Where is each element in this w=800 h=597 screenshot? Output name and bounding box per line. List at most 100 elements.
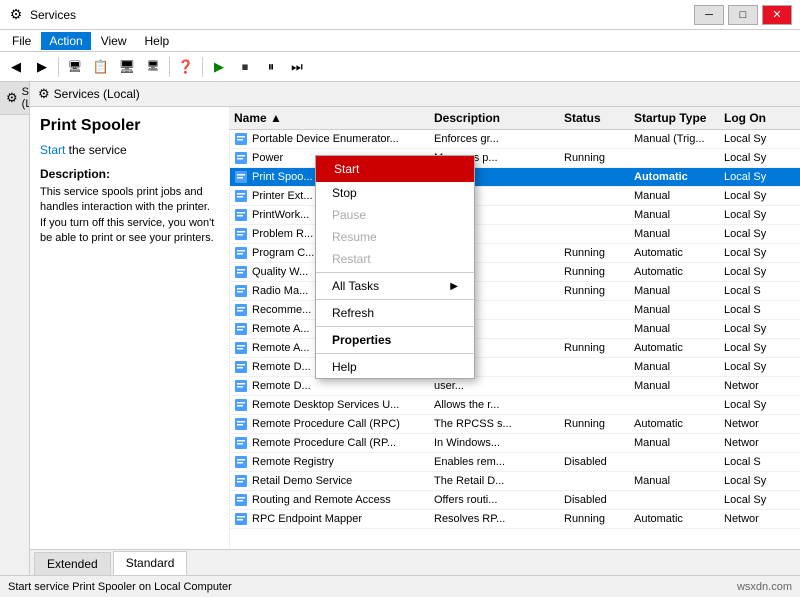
service-icon <box>234 132 248 146</box>
service-name: Remote Registry <box>230 454 430 470</box>
table-row[interactable]: Remote Registry Enables rem... Disabled … <box>230 453 800 472</box>
toolbar-sep-1 <box>58 57 59 77</box>
ctx-arrow-icon: ▶ <box>450 281 458 292</box>
titlebar-controls: ─ □ ✕ <box>694 5 792 25</box>
ctx-pause: Pause <box>316 204 474 226</box>
table-row[interactable]: Remote D... user... Manual Networ <box>230 377 800 396</box>
info-title: Print Spooler <box>40 117 219 135</box>
menu-file[interactable]: File <box>4 32 39 50</box>
tab-standard[interactable]: Standard <box>113 551 188 575</box>
col-header-name[interactable]: Name ▲ <box>230 109 430 127</box>
close-button[interactable]: ✕ <box>762 5 792 25</box>
ctx-start[interactable]: Start <box>316 156 474 182</box>
service-name: Retail Demo Service <box>230 473 430 489</box>
toolbar: ◀ ▶ 🖥 📋 🖥 🖥 ❓ ▶ ⏹ ⏸ ⏭ <box>0 52 800 82</box>
service-name: Remote Procedure Call (RP... <box>230 435 430 451</box>
toolbar-sep-3 <box>202 57 203 77</box>
services-header-icon: ⚙ <box>38 86 50 102</box>
service-icon <box>234 379 248 393</box>
toolbar-back[interactable]: ◀ <box>4 55 28 79</box>
table-row[interactable]: Routing and Remote Access Offers routi..… <box>230 491 800 510</box>
col-header-status[interactable]: Status <box>560 109 630 127</box>
service-icon <box>234 227 248 241</box>
main-area: ⚙ Services (Local) ⚙ Services (Local) Pr… <box>0 82 800 575</box>
sidebar-header: ⚙ Services (Local) <box>0 82 29 115</box>
service-icon <box>234 189 248 203</box>
toolbar-forward[interactable]: ▶ <box>30 55 54 79</box>
service-icon <box>234 208 248 222</box>
services-list: Name ▲ Description Status Startup Type L… <box>230 107 800 549</box>
toolbar-console[interactable]: 🖥 <box>63 55 87 79</box>
service-icon <box>234 398 248 412</box>
menu-action[interactable]: Action <box>41 32 90 50</box>
table-row[interactable]: Retail Demo Service The Retail D... Manu… <box>230 472 800 491</box>
ctx-resume: Resume <box>316 226 474 248</box>
table-row[interactable]: RPC Endpoint Mapper Resolves RP... Runni… <box>230 510 800 529</box>
info-link-container: Start the service <box>40 143 219 157</box>
maximize-button[interactable]: □ <box>728 5 758 25</box>
toolbar-disconnect[interactable]: 🖥 <box>141 55 165 79</box>
service-icon <box>234 341 248 355</box>
toolbar-stop[interactable]: ⏹ <box>233 55 257 79</box>
ctx-sep-4 <box>316 353 474 354</box>
info-desc-text: This service spools print jobs and handl… <box>40 185 219 247</box>
service-icon <box>234 170 248 184</box>
service-icon <box>234 246 248 260</box>
ctx-help[interactable]: Help <box>316 356 474 378</box>
ctx-properties[interactable]: Properties <box>316 329 474 351</box>
services-container: Print Spooler Start the service Descript… <box>30 107 800 549</box>
col-header-logon[interactable]: Log On <box>720 109 800 127</box>
menu-help[interactable]: Help <box>137 32 178 50</box>
table-row[interactable]: Portable Device Enumerator... Enforces g… <box>230 130 800 149</box>
ctx-restart: Restart <box>316 248 474 270</box>
service-icon <box>234 265 248 279</box>
ctx-sep-2 <box>316 299 474 300</box>
content-area: ⚙ Services (Local) Print Spooler Start t… <box>30 82 800 575</box>
col-header-desc[interactable]: Description <box>430 109 560 127</box>
info-panel: Print Spooler Start the service Descript… <box>30 107 230 549</box>
info-desc-label: Description: <box>40 167 219 181</box>
service-icon <box>234 512 248 526</box>
table-row[interactable]: Remote Procedure Call (RPC) The RPCSS s.… <box>230 415 800 434</box>
service-name: Remote D... <box>230 378 430 394</box>
toolbar-sep-2 <box>169 57 170 77</box>
menu-view[interactable]: View <box>93 32 135 50</box>
service-name: Routing and Remote Access <box>230 492 430 508</box>
ctx-stop[interactable]: Stop <box>316 182 474 204</box>
sidebar-label: Services (Local) <box>22 86 30 110</box>
ctx-refresh[interactable]: Refresh <box>316 302 474 324</box>
start-service-link[interactable]: Start <box>40 143 65 157</box>
service-icon <box>234 360 248 374</box>
titlebar-left: ⚙ Services <box>8 7 76 23</box>
service-name: Remote Desktop Services U... <box>230 397 430 413</box>
titlebar: ⚙ Services ─ □ ✕ <box>0 0 800 30</box>
statusbar-right: wsxdn.com <box>737 581 792 593</box>
statusbar: Start service Print Spooler on Local Com… <box>0 575 800 597</box>
sidebar: ⚙ Services (Local) <box>0 82 30 575</box>
table-row[interactable]: Remote Procedure Call (RP... In Windows.… <box>230 434 800 453</box>
service-icon <box>234 322 248 336</box>
minimize-button[interactable]: ─ <box>694 5 724 25</box>
service-name: RPC Endpoint Mapper <box>230 511 430 527</box>
toolbar-play[interactable]: ▶ <box>207 55 231 79</box>
services-header-bar: ⚙ Services (Local) <box>30 82 800 107</box>
tab-extended[interactable]: Extended <box>34 552 111 575</box>
toolbar-connect[interactable]: 🖥 <box>115 55 139 79</box>
service-icon <box>234 151 248 165</box>
sidebar-icon: ⚙ <box>6 90 18 106</box>
context-menu: Start Stop Pause Resume Restart All Task… <box>315 155 475 379</box>
table-row[interactable]: Remote Desktop Services U... Allows the … <box>230 396 800 415</box>
col-header-startup[interactable]: Startup Type <box>630 109 720 127</box>
service-icon <box>234 474 248 488</box>
ctx-all-tasks[interactable]: All Tasks ▶ <box>316 275 474 297</box>
toolbar-restart[interactable]: ⏭ <box>285 55 309 79</box>
service-icon <box>234 303 248 317</box>
app-icon: ⚙ <box>8 7 24 23</box>
service-icon <box>234 284 248 298</box>
service-icon <box>234 493 248 507</box>
toolbar-pause[interactable]: ⏸ <box>259 55 283 79</box>
statusbar-text: Start service Print Spooler on Local Com… <box>8 581 232 593</box>
titlebar-title: Services <box>30 8 76 22</box>
toolbar-help[interactable]: ❓ <box>174 55 198 79</box>
toolbar-browse[interactable]: 📋 <box>89 55 113 79</box>
